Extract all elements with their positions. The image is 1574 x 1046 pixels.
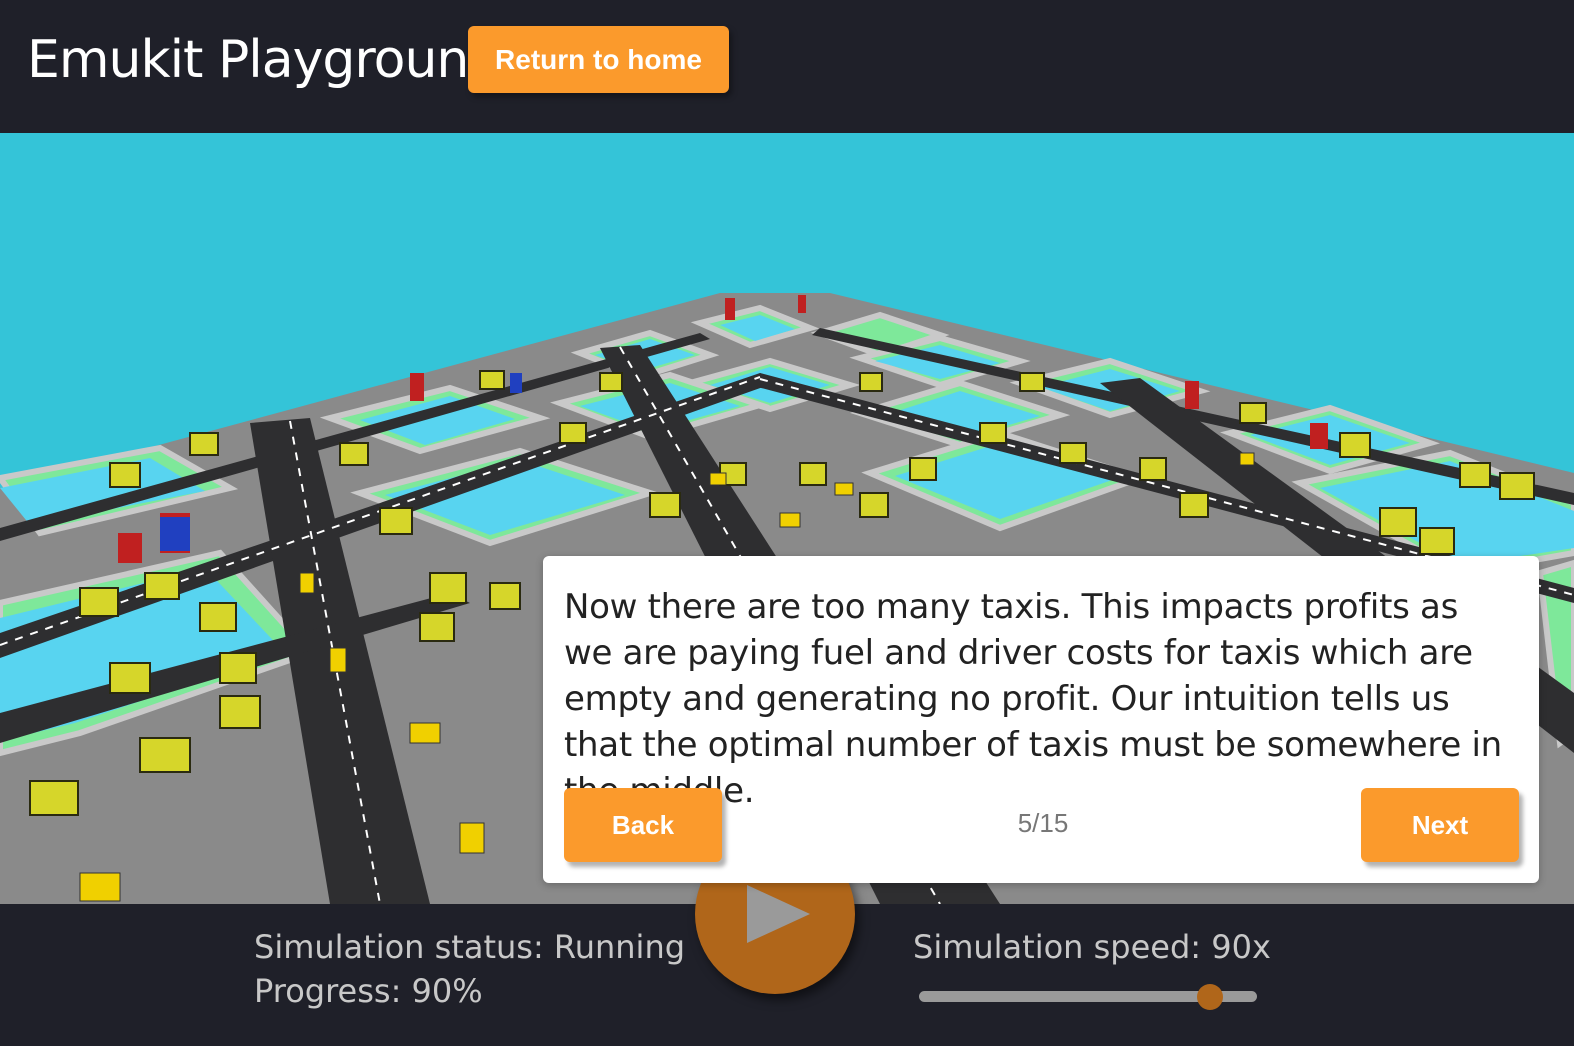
simulation-progress: Progress: 90% xyxy=(254,972,483,1010)
app-title: Emukit Playground xyxy=(27,30,501,90)
simulation-status: Simulation status: Running xyxy=(254,928,686,966)
return-home-button[interactable]: Return to home xyxy=(468,26,729,93)
app-header: Emukit Playground Return to home xyxy=(0,0,1574,133)
speed-slider-thumb[interactable] xyxy=(1196,984,1223,1010)
tutorial-dialog: Now there are too many taxis. This impac… xyxy=(543,556,1539,883)
tutorial-text: Now there are too many taxis. This impac… xyxy=(564,587,1502,811)
page-indicator: 5/15 xyxy=(1017,808,1069,838)
next-button[interactable]: Next xyxy=(1361,788,1519,862)
back-button[interactable]: Back xyxy=(564,788,722,862)
simulation-speed-label: Simulation speed: 90x xyxy=(913,928,1271,966)
play-icon xyxy=(747,885,810,943)
